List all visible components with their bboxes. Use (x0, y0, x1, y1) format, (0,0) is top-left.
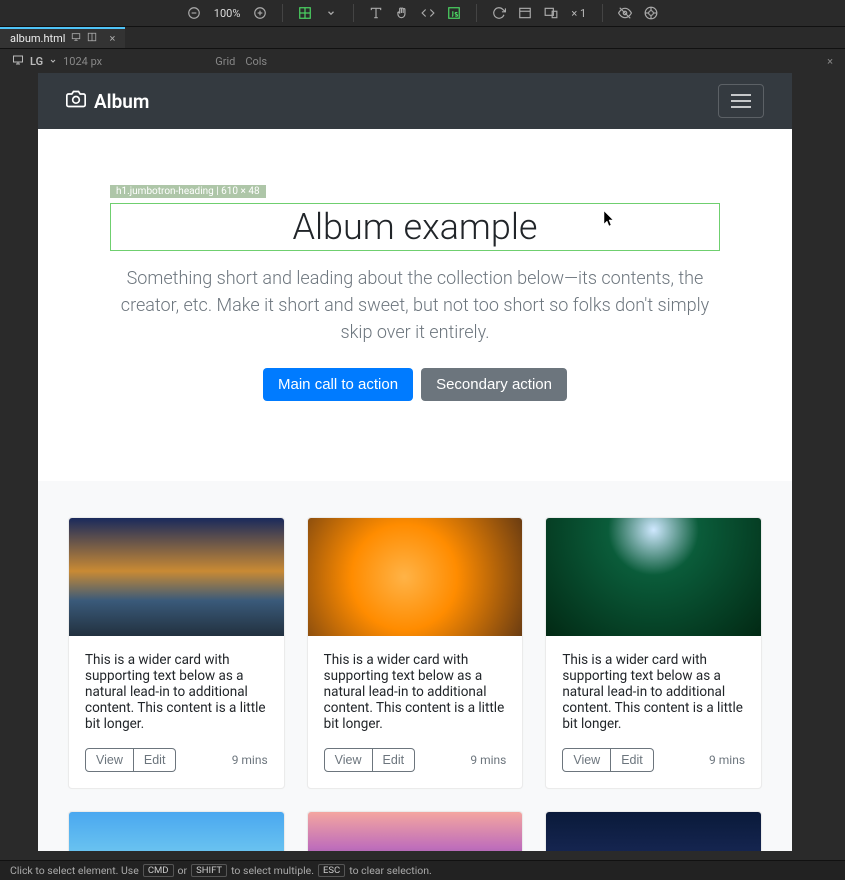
card-image (308, 518, 523, 636)
selected-element[interactable]: h1.jumbotron-heading | 610 × 48 Album ex… (110, 203, 720, 251)
zoom-level[interactable]: 100% (210, 7, 245, 20)
key-cmd: CMD (143, 864, 174, 877)
card-text: This is a wider card with supporting tex… (69, 636, 284, 748)
editor-stage: LG 1024 px Grid Cols × Album (0, 49, 845, 860)
zoom-out-icon[interactable] (184, 3, 204, 23)
chevron-down-icon[interactable] (321, 3, 341, 23)
card-image (546, 812, 761, 851)
visibility-off-icon[interactable] (615, 3, 635, 23)
cursor-icon (604, 211, 616, 231)
viewport-close-icon[interactable]: × (827, 55, 833, 68)
key-esc: ESC (318, 864, 345, 877)
layout-grid-icon[interactable] (295, 3, 315, 23)
secondary-cta-button[interactable]: Secondary action (421, 368, 567, 401)
album-card[interactable]: This is a wider card with supporting tex… (545, 517, 762, 789)
cols-toggle[interactable]: Cols (245, 55, 267, 68)
brand-text: Album (94, 90, 149, 113)
status-text: to select multiple. (231, 864, 314, 877)
jumbotron-lead[interactable]: Something short and leading about the co… (110, 265, 720, 346)
status-text: Click to select element. Use (10, 864, 139, 877)
grid-toggle[interactable]: Grid (215, 55, 235, 68)
code-tool-icon[interactable] (418, 3, 438, 23)
viewport-width: 1024 px (63, 55, 102, 68)
tab-desktop-icon[interactable] (71, 32, 81, 45)
status-bar: Click to select element. Use CMD or SHIF… (0, 860, 845, 880)
card-view-button[interactable]: View (562, 748, 611, 772)
zoom-in-icon[interactable] (250, 3, 270, 23)
top-toolbar: 100% (0, 0, 845, 27)
status-text: or (178, 864, 188, 877)
hamburger-icon (731, 100, 751, 102)
page-canvas[interactable]: Album h1.jumbotron-heading | 610 × 48 Al… (38, 73, 792, 851)
card-image (546, 518, 761, 636)
pixel-multiplier[interactable]: × 1 (567, 7, 590, 20)
card-time: 9 mins (470, 753, 506, 767)
browser-frame-icon[interactable] (515, 3, 535, 23)
card-view-button[interactable]: View (85, 748, 134, 772)
camera-icon (66, 89, 86, 114)
album-grid: This is a wider card with supporting tex… (38, 481, 792, 851)
navbar-toggler[interactable] (718, 84, 764, 118)
breakpoint-selector[interactable]: LG (30, 55, 43, 68)
card-edit-button[interactable]: Edit (134, 748, 177, 772)
album-card[interactable]: This is a wider card with supporting tex… (68, 517, 285, 789)
album-card[interactable] (68, 811, 285, 851)
primary-cta-button[interactable]: Main call to action (263, 368, 413, 401)
page-navbar: Album (38, 73, 792, 129)
card-time: 9 mins (232, 753, 268, 767)
text-tool-icon[interactable] (366, 3, 386, 23)
tab-split-icon[interactable] (87, 32, 97, 45)
card-text: This is a wider card with supporting tex… (546, 636, 761, 748)
card-edit-button[interactable]: Edit (373, 748, 416, 772)
card-edit-button[interactable]: Edit (611, 748, 654, 772)
breakpoint-chevron-icon[interactable] (49, 55, 57, 68)
album-card[interactable] (307, 811, 524, 851)
file-tab-active[interactable]: album.html × (0, 27, 125, 48)
selection-badge: h1.jumbotron-heading | 610 × 48 (110, 185, 266, 198)
device-icon[interactable] (12, 54, 24, 69)
hand-tool-icon[interactable] (392, 3, 412, 23)
help-icon[interactable] (641, 3, 661, 23)
brand[interactable]: Album (66, 89, 149, 114)
album-card[interactable] (545, 811, 762, 851)
jumbotron-heading[interactable]: Album example (110, 203, 720, 251)
card-view-button[interactable]: View (324, 748, 373, 772)
card-image (69, 518, 284, 636)
card-image (69, 812, 284, 851)
devices-icon[interactable] (541, 3, 561, 23)
card-text: This is a wider card with supporting tex… (308, 636, 523, 748)
tab-filename: album.html (10, 32, 65, 45)
card-time: 9 mins (709, 753, 745, 767)
viewport-bar: LG 1024 px Grid Cols × (0, 49, 845, 73)
jumbotron: h1.jumbotron-heading | 610 × 48 Album ex… (38, 129, 792, 481)
refresh-icon[interactable] (489, 3, 509, 23)
status-text: to clear selection. (349, 864, 432, 877)
tab-bar: album.html × (0, 27, 845, 49)
key-shift: SHIFT (191, 864, 227, 877)
album-card[interactable]: This is a wider card with supporting tex… (307, 517, 524, 789)
tab-close-icon[interactable]: × (103, 32, 115, 45)
js-tool-icon[interactable] (444, 3, 464, 23)
card-image (308, 812, 523, 851)
